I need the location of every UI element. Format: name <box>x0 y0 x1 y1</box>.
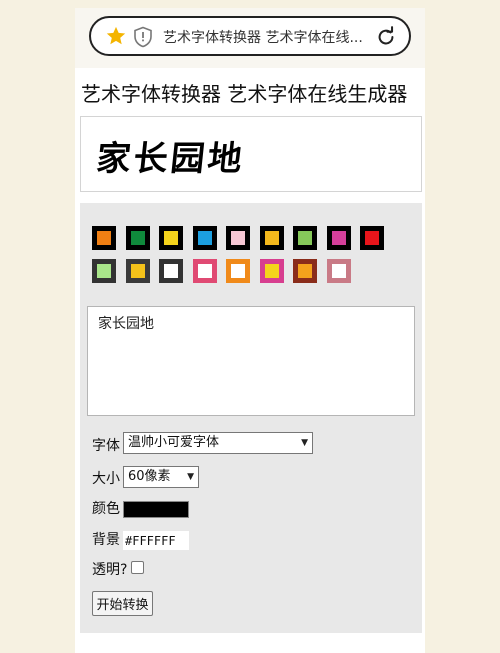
color-swatch[interactable] <box>92 259 116 283</box>
start-convert-button[interactable]: 开始转换 <box>92 591 153 616</box>
background-label: 背景 <box>92 532 120 548</box>
transparent-checkbox[interactable] <box>131 561 144 574</box>
size-label: 大小 <box>92 471 120 487</box>
converter-panel: 家长园地 字体 温帅小可爱字体 ▼ 大小 60像素 ▼ 颜色 背景 透明? 开始… <box>80 203 422 633</box>
font-select-value: 温帅小可爱字体 <box>128 435 220 450</box>
shield-info-icon[interactable] <box>133 26 153 48</box>
color-swatch[interactable] <box>192 259 217 283</box>
color-swatch[interactable] <box>360 226 384 250</box>
color-swatch[interactable] <box>159 259 183 283</box>
color-label: 颜色 <box>92 501 120 517</box>
size-select-value: 60像素 <box>128 469 171 484</box>
chevron-down-icon: ▼ <box>301 438 308 448</box>
size-select[interactable]: 60像素 ▼ <box>123 466 199 488</box>
chevron-down-icon: ▼ <box>187 472 194 482</box>
color-swatch[interactable] <box>192 226 217 250</box>
color-swatch[interactable] <box>226 226 250 250</box>
star-icon[interactable] <box>105 25 127 47</box>
color-swatch[interactable] <box>259 226 284 250</box>
color-swatch[interactable] <box>293 259 317 283</box>
page: 艺术字体转换器 艺术字体在线... 艺术字体转换器 艺术字体在线生成器 家长园地… <box>75 8 425 653</box>
color-swatch[interactable] <box>226 259 250 283</box>
text-input[interactable]: 家长园地 <box>87 306 415 416</box>
background-input[interactable] <box>123 531 189 550</box>
color-swatch[interactable] <box>259 259 284 283</box>
color-swatch[interactable] <box>326 259 351 283</box>
font-label: 字体 <box>92 438 120 454</box>
color-swatch[interactable] <box>159 226 183 250</box>
color-picker[interactable] <box>123 501 189 518</box>
color-swatch[interactable] <box>293 226 317 250</box>
font-select[interactable]: 温帅小可爱字体 ▼ <box>123 432 313 454</box>
transparent-label: 透明? <box>92 562 128 578</box>
color-swatch[interactable] <box>125 226 150 250</box>
page-title: 艺术字体转换器 艺术字体在线生成器 <box>81 82 408 106</box>
color-swatch[interactable] <box>326 226 351 250</box>
address-bar[interactable]: 艺术字体转换器 艺术字体在线... <box>89 16 411 56</box>
reload-icon[interactable] <box>375 26 397 48</box>
font-preview: 家长园地 <box>80 116 422 192</box>
browser-toolbar: 艺术字体转换器 艺术字体在线... <box>75 8 425 68</box>
url-text[interactable]: 艺术字体转换器 艺术字体在线... <box>163 27 363 47</box>
color-swatch[interactable] <box>125 259 150 283</box>
color-swatch[interactable] <box>92 226 116 250</box>
preview-text: 家长园地 <box>94 139 247 179</box>
